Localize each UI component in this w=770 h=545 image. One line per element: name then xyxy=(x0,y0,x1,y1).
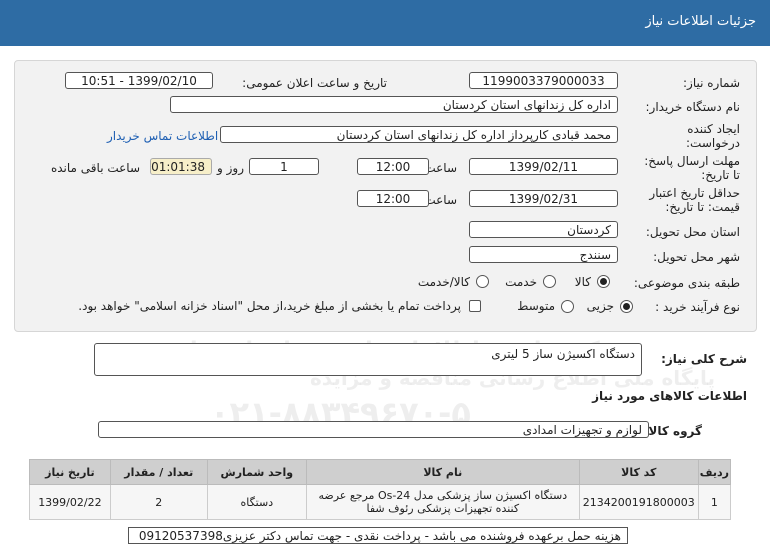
category-option-goods: کالا xyxy=(574,275,591,289)
remaining-label: ساعت باقی مانده xyxy=(50,161,140,175)
category-label: طبقه بندی موضوعی: xyxy=(633,276,740,290)
purchase-option-medium: متوسط xyxy=(517,299,555,313)
need-number-label: شماره نیاز: xyxy=(683,76,740,90)
creator-label-2: درخواست: xyxy=(686,136,740,150)
announce-label: تاریخ و ساعت اعلان عمومی: xyxy=(242,76,387,90)
creator-label-1: ایجاد کننده xyxy=(687,122,740,136)
table-header-row: ردیف کد کالا نام کالا واحد شمارش تعداد /… xyxy=(29,459,732,485)
col-code-header: کد کالا xyxy=(578,459,699,485)
category-radio-goods[interactable] xyxy=(597,275,610,288)
price-validity-label-1: حداقل تاریخ اعتبار xyxy=(649,186,740,200)
category-radio-goods-service[interactable] xyxy=(476,275,489,288)
cell-code: 2134200191800003 xyxy=(578,484,699,520)
goods-group-label: گروه کالا: xyxy=(643,424,702,438)
page-title: جزئیات اطلاعات نیاز xyxy=(645,14,756,29)
category-radio-service[interactable] xyxy=(543,275,556,288)
col-row-header: ردیف xyxy=(697,459,732,485)
reply-deadline-label-2: تا تاریخ: xyxy=(701,168,740,182)
buyer-note-field: هزینه حمل برعهده فروشنده می باشد - پرداخ… xyxy=(128,527,628,544)
price-validity-time-label: ساعت xyxy=(424,193,457,207)
description-field: دستگاه اکسیژن ساز 5 لیتری xyxy=(94,343,642,376)
reply-time-label: ساعت xyxy=(424,161,457,175)
treasury-checkbox[interactable] xyxy=(469,300,481,312)
buyer-contact-link[interactable]: اطلاعات تماس خریدار xyxy=(107,129,218,143)
category-option-service: خدمت xyxy=(505,275,537,289)
remaining-time-field: 01:01:38 xyxy=(150,158,212,175)
reply-date-field: 1399/02/11 xyxy=(469,158,618,175)
goods-group-field: لوازم و تجهیزات امدادی xyxy=(98,421,649,438)
creator-field: محمد قبادی کارپرداز اداره کل زندانهای اس… xyxy=(220,126,618,143)
reply-days-field: 1 xyxy=(249,158,319,175)
cell-date: 1399/02/22 xyxy=(29,484,111,520)
col-name-header: نام کالا xyxy=(305,459,580,485)
reply-time-field: 12:00 xyxy=(357,158,429,175)
col-date-header: تاریخ نیاز xyxy=(29,459,111,485)
header-bar: جزئیات اطلاعات نیاز xyxy=(0,0,770,46)
buyer-org-label: نام دستگاه خریدار: xyxy=(645,100,741,114)
price-validity-label-2: قیمت: تا تاریخ: xyxy=(665,200,740,214)
cell-qty: 2 xyxy=(109,484,208,520)
description-label: شرح کلی نیاز: xyxy=(661,352,747,366)
col-qty-header: تعداد / مقدار xyxy=(109,459,208,485)
province-label: استان محل تحویل: xyxy=(645,225,740,239)
purchase-radio-minor[interactable] xyxy=(620,300,633,313)
cell-name: دستگاه اکسیژن ساز پزشکی مدل Os-24 مرجع ع… xyxy=(305,484,580,520)
reply-deadline-label-1: مهلت ارسال پاسخ: xyxy=(644,154,740,168)
goods-table: ردیف کد کالا نام کالا واحد شمارش تعداد /… xyxy=(29,459,732,520)
buyer-org-field: اداره کل زندانهای استان کردستان xyxy=(170,96,618,113)
city-field: سنندج xyxy=(469,246,618,263)
category-option-goods-service: کالا/خدمت xyxy=(417,275,470,289)
days-label: روز و xyxy=(217,161,244,175)
treasury-checkbox-text: پرداخت تمام یا بخشی از مبلغ خرید،از محل … xyxy=(78,299,461,313)
purchase-type-label: نوع فرآیند خرید : xyxy=(655,300,740,314)
city-label: شهر محل تحویل: xyxy=(653,250,740,264)
cell-row: 1 xyxy=(697,484,732,520)
need-number-field: 1199003379000033 xyxy=(469,72,618,89)
col-unit-header: واحد شمارش xyxy=(206,459,307,485)
price-validity-date-field: 1399/02/31 xyxy=(469,190,618,207)
announce-field: 1399/02/10 - 10:51 xyxy=(65,72,213,89)
goods-info-title: اطلاعات کالاهای مورد نیاز xyxy=(592,389,747,403)
price-validity-time-field: 12:00 xyxy=(357,190,429,207)
cell-unit: دستگاه xyxy=(206,484,307,520)
purchase-option-minor: جزیی xyxy=(586,299,614,313)
province-field: کردستان xyxy=(469,221,618,238)
purchase-radio-medium[interactable] xyxy=(561,300,574,313)
table-row: 1 2134200191800003 دستگاه اکسیژن ساز پزش… xyxy=(29,484,732,520)
